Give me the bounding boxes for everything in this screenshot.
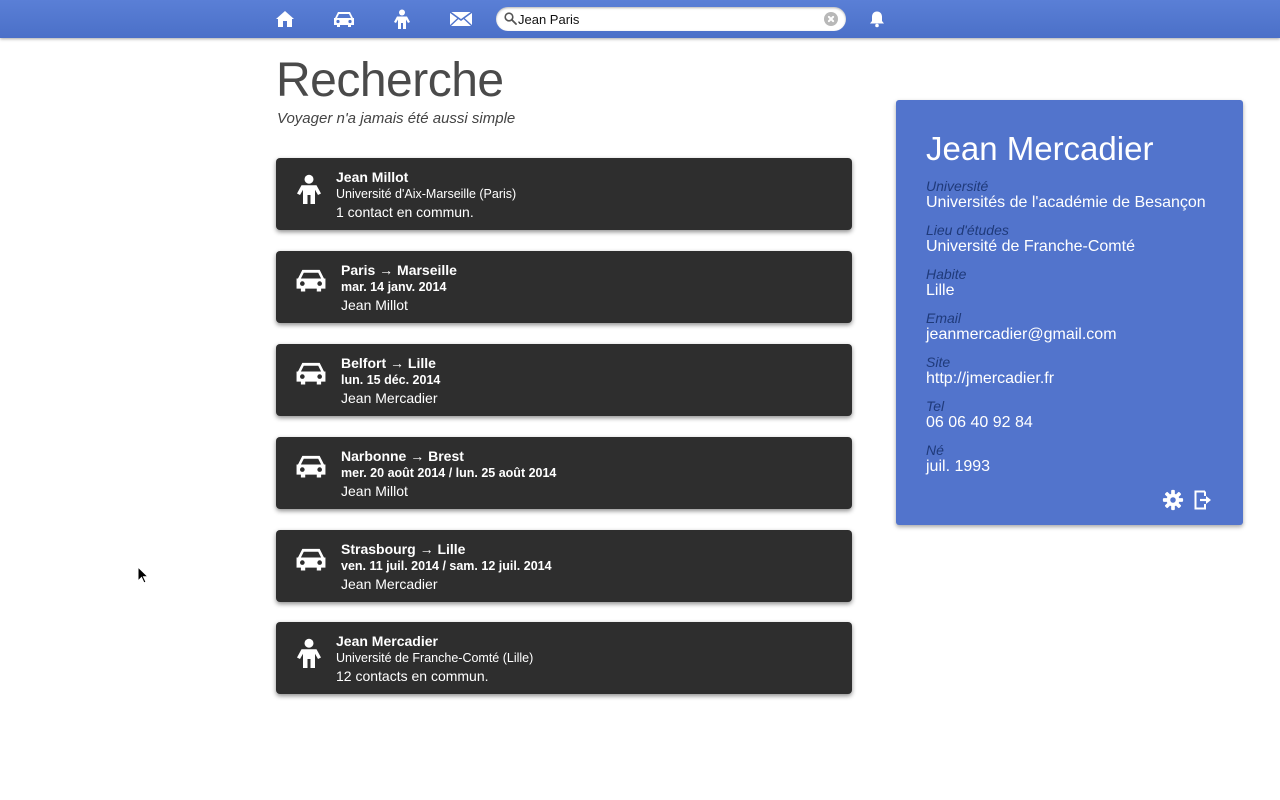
search-input[interactable]: [518, 9, 818, 29]
mouse-cursor-icon: [137, 566, 149, 584]
result-detail: 12 contacts en commun.: [336, 668, 489, 684]
result-driver: Jean Millot: [341, 483, 408, 499]
field-label: Habite: [926, 266, 967, 282]
result-card-person[interactable]: Jean Mercadier Université de Franche-Com…: [276, 622, 852, 694]
car-icon: [296, 269, 326, 292]
result-detail: 1 contact en commun.: [336, 204, 474, 220]
field-label: Lieu d'études: [926, 222, 1009, 238]
result-driver: Jean Mercadier: [341, 390, 438, 406]
result-date: ven. 11 juil. 2014 / sam. 12 juil. 2014: [341, 559, 552, 573]
page-title: Recherche: [276, 54, 504, 107]
search-icon: [504, 12, 517, 25]
car-icon[interactable]: [332, 8, 356, 30]
result-title: Jean Millot: [336, 169, 409, 185]
result-title: Narbonne → Brest: [341, 448, 464, 464]
profile-field-city: Habite Lille: [926, 266, 966, 300]
result-card-trip[interactable]: Strasbourg → Lille ven. 11 juil. 2014 / …: [276, 530, 852, 602]
profile-field-site: Site http://jmercadier.fr: [926, 354, 1054, 388]
result-card-trip[interactable]: Paris → Marseille mar. 14 janv. 2014 Jea…: [276, 251, 852, 323]
result-subtitle: Université d'Aix-Marseille (Paris): [336, 187, 517, 201]
profile-field-email: Email jeanmercadier@gmail.com: [926, 310, 1117, 344]
car-icon: [296, 455, 326, 478]
field-value: Université de Franche-Comté: [926, 238, 1135, 255]
car-icon: [296, 548, 326, 571]
field-label: Né: [926, 442, 944, 458]
field-label: Email: [926, 310, 962, 326]
search-box[interactable]: [496, 7, 846, 31]
result-driver: Jean Millot: [341, 297, 408, 313]
field-label: Tel: [926, 398, 945, 414]
person-icon: [297, 638, 321, 668]
logout-icon[interactable]: [1193, 490, 1213, 510]
field-label: Université: [926, 178, 989, 194]
result-card-trip[interactable]: Belfort → Lille lun. 15 déc. 2014 Jean M…: [276, 344, 852, 416]
bell-icon[interactable]: [865, 8, 889, 30]
result-card-trip[interactable]: Narbonne → Brest mer. 20 août 2014 / lun…: [276, 437, 852, 509]
profile-field-birth: Né juil. 1993: [926, 442, 990, 476]
field-value: Universités de l'académie de Besançon: [926, 194, 1206, 211]
field-label: Site: [926, 354, 951, 370]
result-driver: Jean Mercadier: [341, 576, 438, 592]
result-card-person[interactable]: Jean Millot Université d'Aix-Marseille (…: [276, 158, 852, 230]
field-value-email[interactable]: jeanmercadier@gmail.com: [926, 326, 1117, 344]
profile-field-university: Université Universités de l'académie de …: [926, 178, 1206, 212]
field-value: juil. 1993: [926, 458, 991, 475]
result-title: Jean Mercadier: [336, 633, 438, 649]
profile-field-study-place: Lieu d'études Université de Franche-Comt…: [926, 222, 1135, 256]
home-icon[interactable]: [273, 8, 297, 30]
profile-field-phone: Tel 06 06 40 92 84: [926, 398, 1033, 432]
mail-icon[interactable]: [449, 8, 473, 30]
field-value: 06 06 40 92 84: [926, 414, 1033, 431]
field-value-site-link[interactable]: http://jmercadier.fr: [926, 370, 1054, 388]
person-icon[interactable]: [390, 8, 414, 30]
top-nav-bar: [0, 0, 1280, 38]
car-icon: [296, 362, 326, 385]
person-icon: [297, 174, 321, 204]
result-title: Belfort → Lille: [341, 355, 436, 371]
profile-card: Jean Mercadier Université Universités de…: [896, 100, 1243, 525]
result-date: mer. 20 août 2014 / lun. 25 août 2014: [341, 466, 557, 480]
field-value: Lille: [926, 282, 955, 299]
gear-icon[interactable]: [1162, 489, 1184, 511]
page-subtitle: Voyager n'a jamais été aussi simple: [277, 110, 516, 127]
result-title: Paris → Marseille: [341, 262, 457, 278]
profile-name: Jean Mercadier: [926, 130, 1154, 167]
result-subtitle: Université de Franche-Comté (Lille): [336, 651, 534, 665]
clear-search-icon[interactable]: [824, 12, 838, 26]
result-date: mar. 14 janv. 2014: [341, 280, 447, 294]
result-date: lun. 15 déc. 2014: [341, 373, 441, 387]
result-title: Strasbourg → Lille: [341, 541, 466, 557]
